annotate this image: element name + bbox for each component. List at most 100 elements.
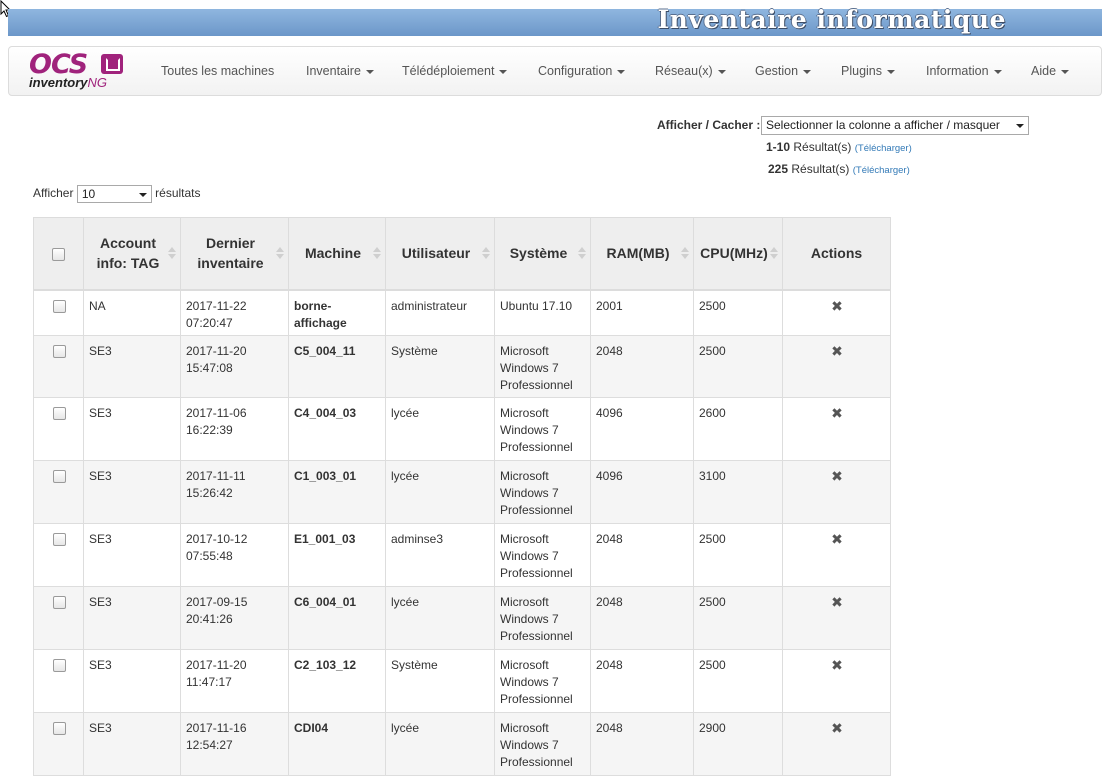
row-checkbox[interactable] <box>52 533 66 547</box>
download-link[interactable]: (Télécharger) <box>855 143 912 154</box>
nav-aide[interactable]: Aide <box>1031 64 1070 78</box>
cell-utilisateur: Système <box>385 649 495 713</box>
nav-information[interactable]: Information <box>926 64 1002 78</box>
result-total-text: Résultat(s) <box>791 162 850 176</box>
row-checkbox[interactable] <box>52 299 66 313</box>
cell-dernier-inventaire: 2017-11-20 15:47:08 <box>180 335 289 398</box>
cell-machine[interactable]: C4_004_03 <box>288 397 386 461</box>
nav-inventaire[interactable]: Inventaire <box>306 64 374 78</box>
cell-cpu: 3100 <box>693 460 783 524</box>
nav-label: Configuration <box>538 64 613 78</box>
cell-ram: 2048 <box>590 586 694 650</box>
delete-icon[interactable]: ✖ <box>831 343 843 359</box>
sort-icon <box>373 246 381 260</box>
table-row[interactable]: SE3 2017-11-11 15:26:42 C1_003_01 lycée Micr… <box>33 460 891 524</box>
delete-icon[interactable]: ✖ <box>831 531 843 547</box>
col-header-systeme[interactable]: Système <box>494 217 591 291</box>
nav-label: Toutes les machines <box>161 64 275 78</box>
cell-ram: 2048 <box>590 523 694 587</box>
row-select-cell <box>33 460 84 524</box>
delete-icon[interactable]: ✖ <box>831 594 843 610</box>
nav-toutes-les-machines[interactable]: Toutes les machines <box>161 64 274 78</box>
row-select-cell <box>33 289 84 336</box>
select-all-checkbox[interactable] <box>52 248 65 262</box>
row-checkbox[interactable] <box>52 407 66 421</box>
nav-configuration[interactable]: Configuration <box>538 64 626 78</box>
logo-inventory-text: inventoryNG <box>29 76 107 90</box>
delete-icon[interactable]: ✖ <box>831 720 843 736</box>
ocs-logo[interactable]: OCS inventoryNG <box>29 51 129 91</box>
download-link[interactable]: (Télécharger) <box>853 165 910 176</box>
result-total-count: 225 <box>768 162 789 176</box>
sort-icon <box>681 246 689 260</box>
main-navbar: OCS inventoryNG Toutes les machines Inve… <box>8 46 1102 96</box>
row-checkbox[interactable] <box>52 596 66 610</box>
col-header-label: CPU(MHz) <box>700 245 768 262</box>
cell-ram: 2048 <box>590 649 694 713</box>
caret-down-icon <box>717 69 726 74</box>
col-header-cpu[interactable]: CPU(MHz) <box>693 217 783 291</box>
col-header-tag[interactable]: Account info: TAG <box>83 217 181 291</box>
nav-teledeploiement[interactable]: Télédéploiement <box>402 64 508 78</box>
page-length-value: 10 <box>81 187 96 201</box>
row-checkbox[interactable] <box>52 345 66 359</box>
table-row[interactable]: SE3 2017-11-16 12:54:27 CDI04 lycée Microsof… <box>33 712 891 776</box>
delete-icon[interactable]: ✖ <box>831 298 843 314</box>
table-row[interactable]: SE3 2017-10-12 07:55:48 E1_001_03 adminse3 M… <box>33 523 891 587</box>
cell-ram: 2048 <box>590 335 694 398</box>
cell-utilisateur: administrateur <box>385 289 495 336</box>
cell-utilisateur: lycée <box>385 397 495 461</box>
cell-ram: 2001 <box>590 289 694 336</box>
cell-actions: ✖ <box>782 397 891 461</box>
column-toggle-select[interactable]: Selectionner la colonne a afficher / mas… <box>761 116 1029 135</box>
nav-plugins[interactable]: Plugins <box>841 64 895 78</box>
row-select-cell <box>33 523 84 587</box>
cell-machine[interactable]: C1_003_01 <box>288 460 386 524</box>
delete-icon[interactable]: ✖ <box>831 405 843 421</box>
cell-actions: ✖ <box>782 289 891 336</box>
machines-table: Account info: TAG Dernier inventaire Mac… <box>33 217 891 776</box>
cell-ram: 4096 <box>590 397 694 461</box>
delete-icon[interactable]: ✖ <box>831 468 843 484</box>
page-length-select[interactable]: 10 <box>76 185 152 203</box>
cell-dernier-inventaire: 2017-10-12 07:55:48 <box>180 523 289 587</box>
row-checkbox[interactable] <box>52 722 66 736</box>
col-header-utilisateur[interactable]: Utilisateur <box>385 217 495 291</box>
cell-tag: SE3 <box>83 397 181 461</box>
row-checkbox[interactable] <box>52 659 66 673</box>
select-all-header <box>33 217 84 291</box>
col-header-label: Account info: TAG <box>96 235 160 272</box>
cell-machine[interactable]: CDI04 <box>288 712 386 776</box>
delete-icon[interactable]: ✖ <box>831 657 843 673</box>
cell-cpu: 2500 <box>693 335 783 398</box>
table-row[interactable]: SE3 2017-11-20 15:47:08 C5_004_11 Système Mi… <box>33 335 891 398</box>
table-row[interactable]: SE3 2017-09-15 20:41:26 C6_004_01 lycée Micr… <box>33 586 891 650</box>
cell-cpu: 2500 <box>693 289 783 336</box>
table-row[interactable]: SE3 2017-11-20 11:47:17 C2_103_12 Système Mi… <box>33 649 891 713</box>
col-header-label: Utilisateur <box>401 245 471 262</box>
page-length-control: Afficher 10 résultats <box>33 185 201 203</box>
nav-reseaux[interactable]: Réseau(x) <box>655 64 726 78</box>
cell-machine[interactable]: C5_004_11 <box>288 335 386 398</box>
result-range-text: Résultat(s) <box>793 140 852 154</box>
nav-gestion[interactable]: Gestion <box>755 64 812 78</box>
row-checkbox[interactable] <box>52 470 66 484</box>
nav-label: Gestion <box>755 64 799 78</box>
cell-actions: ✖ <box>782 335 891 398</box>
cell-actions: ✖ <box>782 460 891 524</box>
cell-machine[interactable]: C6_004_01 <box>288 586 386 650</box>
cell-machine[interactable]: E1_001_03 <box>288 523 386 587</box>
table-row[interactable]: NA 2017-11-22 07:20:47 borne-affichage admi… <box>33 289 891 336</box>
cell-machine[interactable]: borne-affichage <box>288 289 386 336</box>
table-row[interactable]: SE3 2017-11-06 16:22:39 C4_004_03 lycée Micr… <box>33 397 891 461</box>
col-header-ram[interactable]: RAM(MB) <box>590 217 694 291</box>
col-header-label: Actions <box>810 245 863 262</box>
col-header-machine[interactable]: Machine <box>288 217 386 291</box>
col-header-dernier-inventaire[interactable]: Dernier inventaire <box>180 217 289 291</box>
logo-ng-word: NG <box>87 75 108 90</box>
col-header-label: Dernier inventaire <box>197 235 264 272</box>
cell-utilisateur: lycée <box>385 712 495 776</box>
table-body: NA 2017-11-22 07:20:47 borne-affichage admi… <box>33 289 891 776</box>
cell-machine[interactable]: C2_103_12 <box>288 649 386 713</box>
title-banner: Inventaire informatique <box>8 5 1102 36</box>
